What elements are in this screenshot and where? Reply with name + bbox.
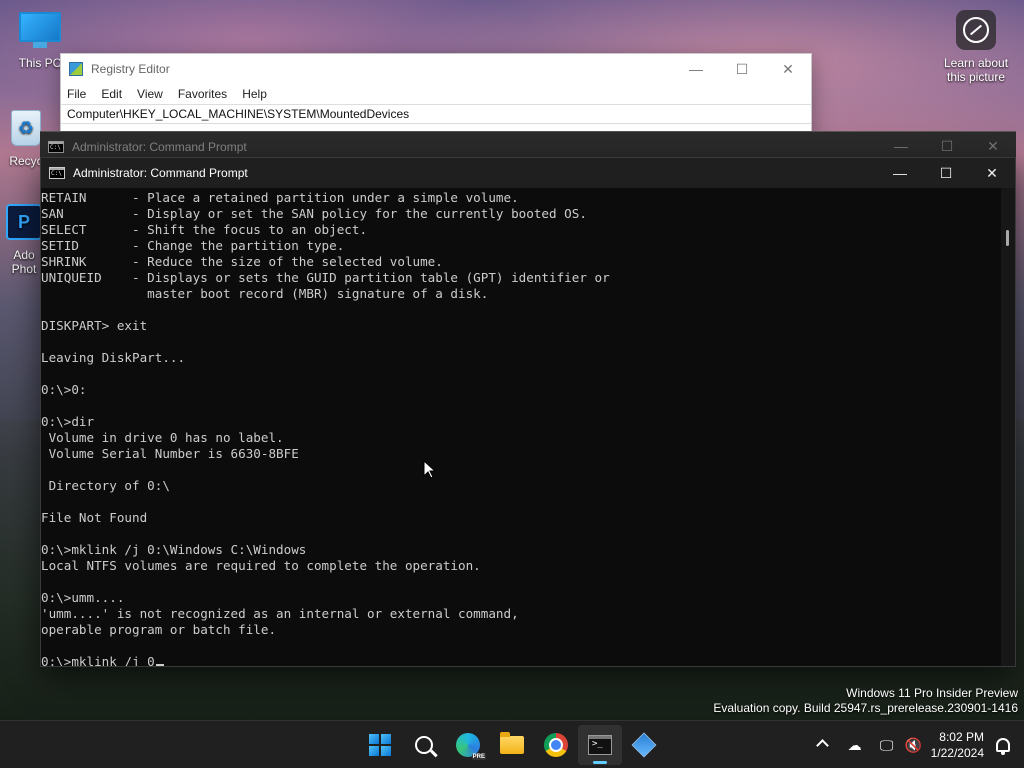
onedrive-icon[interactable]: ☁ (839, 737, 871, 754)
cmd-icon (49, 167, 65, 179)
taskbar: PRE ☁ 🖵 🔇 8:02 PM 1/22/2024 (0, 720, 1024, 768)
show-hidden-icons-button[interactable] (807, 737, 839, 753)
menu-view[interactable]: View (137, 87, 163, 101)
cmd-icon (48, 140, 64, 153)
registry-editor-titlebar[interactable]: Registry Editor — ☐ ✕ (61, 54, 811, 84)
folder-icon (500, 732, 524, 754)
window-title: Administrator: Command Prompt (72, 139, 247, 154)
close-button[interactable]: ✕ (970, 138, 1016, 155)
scrollbar-thumb[interactable] (1006, 230, 1009, 246)
watermark-line2: Evaluation copy. Build 25947.rs_prerelea… (713, 701, 1018, 715)
photoshop-icon: P (6, 204, 42, 244)
minimize-button[interactable]: — (878, 138, 924, 155)
evaluation-watermark: Windows 11 Pro Insider Preview Evaluatio… (713, 686, 1018, 716)
console-prompt-line[interactable]: 0:\>mklink /j 0 (41, 654, 1001, 666)
chevron-up-icon (816, 739, 829, 752)
minimize-button[interactable]: — (673, 61, 719, 78)
menu-file[interactable]: File (67, 87, 86, 101)
text-cursor (155, 664, 164, 666)
minimize-button[interactable]: — (877, 165, 923, 182)
search-icon (415, 736, 433, 754)
clock[interactable]: 8:02 PM 1/22/2024 (925, 729, 992, 761)
volume-muted-icon[interactable]: 🔇 (903, 737, 925, 754)
window-title: Administrator: Command Prompt (73, 166, 248, 180)
cmd-window[interactable]: Administrator: Command Prompt — ☐ ✕ RETA… (40, 157, 1016, 667)
learn-about-picture[interactable]: Learn about this picture (936, 10, 1016, 84)
address-bar[interactable]: Computer\HKEY_LOCAL_MACHINE\SYSTEM\Mount… (61, 104, 811, 124)
notification-bell-icon[interactable] (996, 738, 1010, 755)
taskbar-command-prompt[interactable] (578, 725, 622, 765)
start-button[interactable] (358, 725, 402, 765)
console-output[interactable]: RETAIN - Place a retained partition unde… (41, 188, 1001, 666)
maximize-button[interactable]: ☐ (719, 61, 765, 78)
system-tray: ☁ 🖵 🔇 8:02 PM 1/22/2024 (807, 721, 1024, 768)
network-icon[interactable]: 🖵 (871, 737, 903, 754)
pre-badge: PRE (471, 754, 486, 760)
terminal-icon (588, 735, 612, 755)
monitor-icon (19, 12, 61, 52)
edge-icon: PRE (456, 733, 486, 760)
clock-time: 8:02 PM (939, 730, 984, 744)
menu-help[interactable]: Help (242, 87, 267, 101)
prompt-text: 0:\>mklink /j 0 (41, 654, 155, 666)
registry-icon (69, 62, 83, 76)
maximize-button[interactable]: ☐ (924, 138, 970, 155)
close-button[interactable]: ✕ (765, 61, 811, 78)
console-text: RETAIN - Place a retained partition unde… (41, 190, 610, 637)
clock-date: 1/22/2024 (930, 746, 984, 760)
close-button[interactable]: ✕ (969, 165, 1015, 182)
registry-editor-window[interactable]: Registry Editor — ☐ ✕ File Edit View Fav… (60, 53, 812, 143)
menu-favorites[interactable]: Favorites (178, 87, 227, 101)
taskbar-edge[interactable]: PRE (446, 725, 490, 765)
window-title: Registry Editor (91, 62, 170, 76)
taskbar-chrome[interactable] (534, 725, 578, 765)
camera-icon (956, 10, 996, 50)
cmd-titlebar[interactable]: Administrator: Command Prompt — ☐ ✕ (41, 158, 1015, 188)
scrollbar[interactable] (1001, 188, 1015, 666)
registry-icon (631, 732, 657, 758)
learn-label-line1: Learn about (943, 56, 1009, 70)
learn-label-line2: this picture (946, 70, 1006, 84)
menu-edit[interactable]: Edit (101, 87, 122, 101)
chrome-icon (544, 733, 568, 757)
taskbar-registry-editor[interactable] (622, 725, 666, 765)
maximize-button[interactable]: ☐ (923, 165, 969, 182)
menu-bar: File Edit View Favorites Help (61, 84, 811, 104)
windows-logo-icon (369, 734, 391, 756)
search-button[interactable] (402, 725, 446, 765)
taskbar-file-explorer[interactable] (490, 725, 534, 765)
watermark-line1: Windows 11 Pro Insider Preview (846, 686, 1018, 700)
